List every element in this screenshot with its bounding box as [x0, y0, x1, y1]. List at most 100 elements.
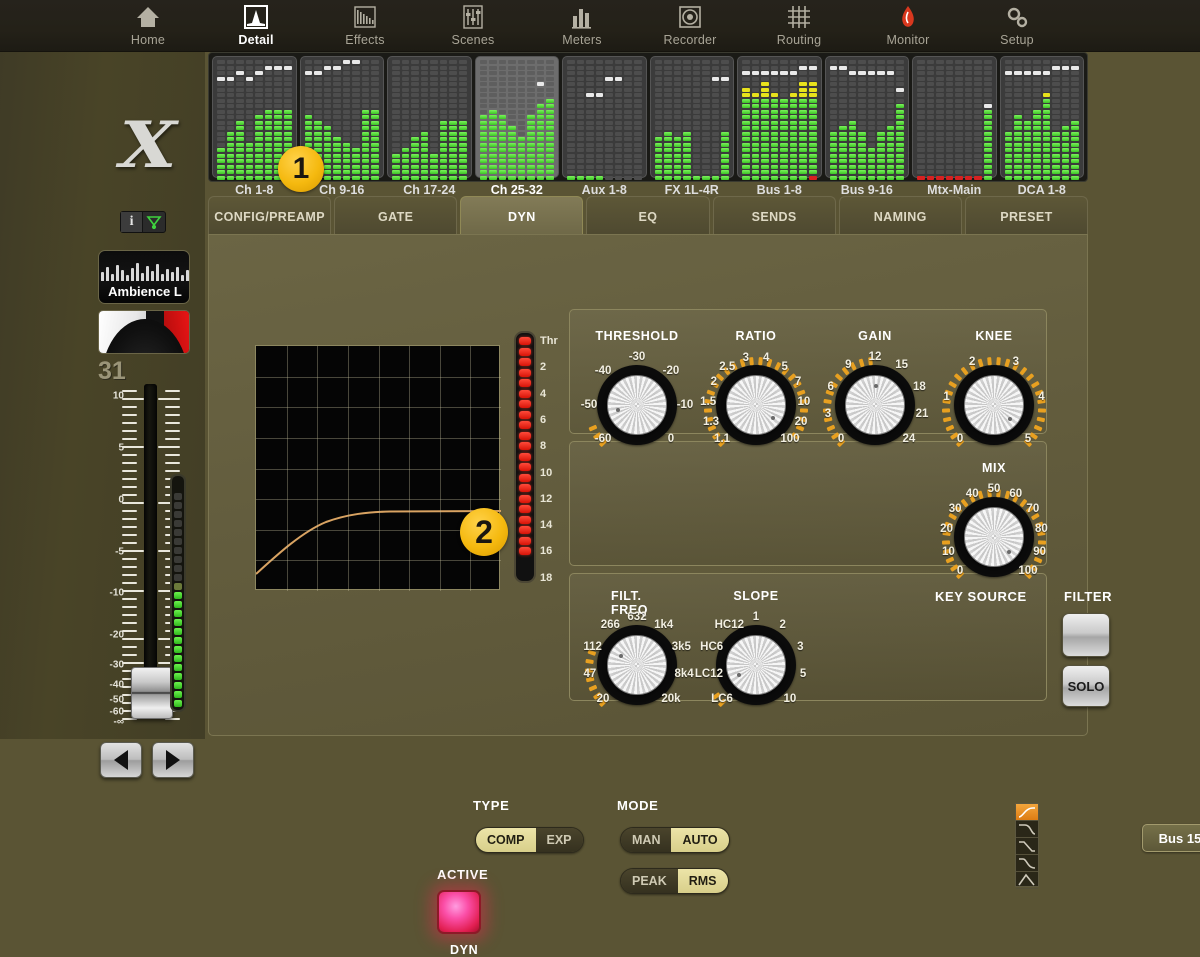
meter-segment [655, 121, 663, 125]
knob-cap[interactable] [726, 375, 786, 435]
peak-shape-icon[interactable] [1016, 872, 1038, 889]
meter-segment [887, 143, 895, 147]
tab-config-preamp[interactable]: CONFIG/PREAMP [208, 196, 331, 236]
knob-cap[interactable] [964, 507, 1024, 567]
next-channel-button[interactable] [152, 742, 194, 778]
knob-cap[interactable] [607, 635, 667, 695]
knob-gain[interactable]: GAIN03691215182124 [823, 353, 927, 457]
option-auto[interactable]: AUTO [671, 828, 728, 852]
key-source-button[interactable]: Bus 15 [1142, 824, 1200, 852]
meter-segment [780, 77, 788, 81]
knob-threshold[interactable]: THRESHOLD-60-50-40-30-20-100 [585, 353, 689, 457]
meter-segment [887, 159, 895, 163]
fader-track[interactable] [144, 384, 157, 709]
meter-segment [362, 99, 370, 103]
prev-channel-button[interactable] [100, 742, 142, 778]
meter-segment [284, 143, 292, 147]
channel-badge[interactable]: Ambience L [98, 250, 190, 304]
wifi-signal-icon[interactable] [143, 212, 165, 232]
option-rms[interactable]: RMS [678, 869, 728, 893]
bandpass-shape-icon[interactable] [1016, 855, 1038, 872]
option-man[interactable]: MAN [621, 828, 671, 852]
meter-segment [265, 88, 273, 92]
info-button[interactable]: i [121, 212, 143, 232]
tab-sends[interactable]: SENDS [713, 196, 836, 236]
meter-segment [799, 66, 807, 70]
meter-segment [858, 165, 866, 169]
knob-mix[interactable]: MIX0102030405060708090100 [942, 485, 1046, 589]
knob-scale-label: 20 [940, 523, 953, 535]
meter-column [333, 60, 341, 180]
filter-solo-button[interactable]: SOLO [1062, 665, 1110, 707]
fader-tick [122, 486, 137, 488]
meter-segment [1052, 71, 1060, 75]
meter-segment [489, 88, 497, 92]
meter-segment [217, 126, 225, 130]
highcut-shape-icon[interactable] [1016, 821, 1038, 838]
gr-led [519, 516, 531, 524]
fader-handle[interactable] [131, 667, 173, 719]
meter-bank-ch-25-32[interactable]: Ch 25-32 [475, 56, 560, 178]
knob-cap[interactable] [607, 375, 667, 435]
meter-bank-aux-1-8[interactable]: Aux 1-8 [562, 56, 647, 178]
detector-toggle[interactable]: PEAKRMS [620, 868, 729, 894]
nav-item-routing[interactable]: Routing [751, 2, 847, 50]
tab-gate[interactable]: GATE [334, 196, 457, 236]
meter-bank-dca-1-8[interactable]: DCA 1-8 [1000, 56, 1085, 178]
option-peak[interactable]: PEAK [621, 869, 678, 893]
shelf-shape-icon[interactable] [1016, 838, 1038, 855]
fader-tick [165, 462, 180, 464]
compressor-curve-graph[interactable] [255, 345, 500, 590]
nav-item-setup[interactable]: Setup [969, 2, 1065, 50]
tab-eq[interactable]: EQ [586, 196, 709, 236]
nav-item-home[interactable]: Home [100, 2, 196, 50]
meter-segment [858, 104, 866, 108]
monitor-icon [895, 2, 921, 32]
nav-item-detail[interactable]: Detail [208, 2, 304, 50]
knob-scale-label: 12 [869, 351, 882, 363]
meter-segment [655, 137, 663, 141]
fader-tick [165, 406, 180, 408]
meter-segment [1062, 66, 1070, 70]
option-comp[interactable]: COMP [476, 828, 536, 852]
meter-segment [693, 93, 701, 97]
filter-enable-button[interactable] [1062, 613, 1110, 657]
nav-item-effects[interactable]: Effects [317, 2, 413, 50]
meter-bank-mtx-main[interactable]: Mtx-Main [912, 56, 997, 178]
nav-item-scenes[interactable]: Scenes [425, 2, 521, 50]
meter-bank-ch-17-24[interactable]: Ch 17-24 [387, 56, 472, 178]
tab-naming[interactable]: NAMING [839, 196, 962, 236]
meter-segment [830, 77, 838, 81]
meter-segment [546, 71, 554, 75]
option-exp[interactable]: EXP [536, 828, 583, 852]
knob-ratio[interactable]: RATIO1.11.31.522.534571020100 [704, 353, 808, 457]
knob-cap[interactable] [726, 635, 786, 695]
channel-color-bar[interactable] [98, 310, 190, 354]
filter-shape-selector[interactable] [1015, 803, 1039, 887]
type-toggle[interactable]: COMPEXP [475, 827, 584, 853]
meter-segment [174, 520, 182, 527]
dyn-active-button[interactable] [437, 890, 481, 934]
tab-preset[interactable]: PRESET [965, 196, 1088, 236]
nav-item-meters[interactable]: Meters [534, 2, 630, 50]
info-status-bar[interactable]: i [120, 211, 166, 233]
knob-arc-dot [677, 425, 686, 432]
meter-bank-bus-9-16[interactable]: Bus 9-16 [825, 56, 910, 178]
lowcut-shape-icon[interactable] [1016, 804, 1038, 821]
knob-cap[interactable] [845, 375, 905, 435]
meter-bank-bus-1-8[interactable]: Bus 1-8 [737, 56, 822, 178]
knob-slope[interactable]: SLOPELC6LC12HC6HC12123510 [704, 613, 808, 717]
meter-segment [752, 132, 760, 136]
mode-toggle[interactable]: MANAUTO [620, 827, 730, 853]
meter-bank-fx-1l-4r[interactable]: FX 1L-4R [650, 56, 735, 178]
tab-dyn[interactable]: DYN [460, 196, 583, 236]
meter-segment [314, 60, 322, 64]
knob-filt-freq[interactable]: FILT. FREQ20471122666321k43k58k420k [585, 613, 689, 717]
fader-tick [122, 574, 137, 576]
meter-segment [896, 115, 904, 119]
nav-item-recorder[interactable]: Recorder [642, 2, 738, 50]
knob-knee[interactable]: KNEE012345 [942, 353, 1046, 457]
active-led[interactable] [437, 890, 481, 934]
nav-item-monitor[interactable]: Monitor [860, 2, 956, 50]
knob-cap[interactable] [964, 375, 1024, 435]
